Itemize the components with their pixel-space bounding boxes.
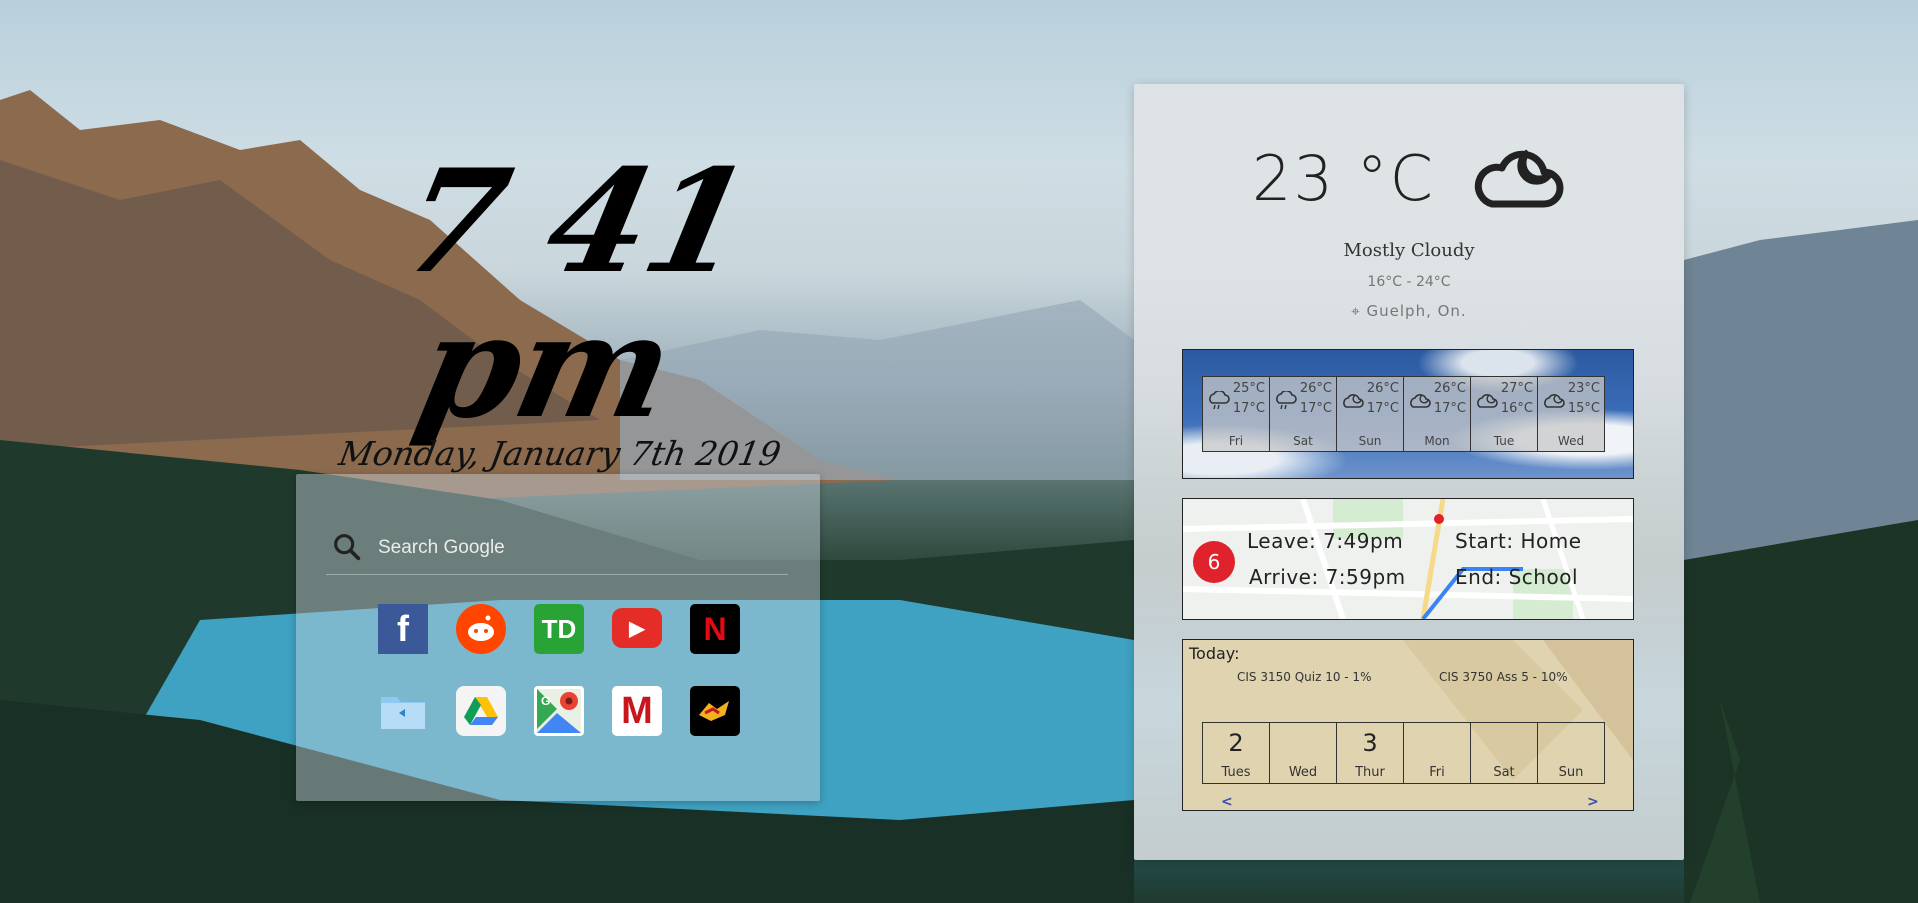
calendar-day-name: Tues: [1221, 765, 1251, 780]
forecast-high: 26°C: [1366, 381, 1399, 396]
calendar-day-count: 2: [1228, 729, 1244, 757]
calendar-day[interactable]: Sun: [1537, 722, 1605, 784]
td-label: TD: [541, 613, 577, 644]
calendar-day-count: 3: [1362, 729, 1378, 757]
reddit-shortcut-icon[interactable]: [456, 604, 506, 654]
info-panel: 23 °C Mostly Cloudy 16°C - 24°C ⌖ Guelph…: [1134, 84, 1684, 860]
partly-cloudy-icon: [1343, 394, 1364, 408]
clock-time: 7 41 pm: [388, 139, 763, 450]
commute-leave-time: Leave: 7:49pm: [1247, 529, 1404, 553]
forecast-low: 17°C: [1366, 401, 1399, 416]
calendar-day-name: Thur: [1355, 765, 1385, 780]
search-icon[interactable]: [330, 530, 364, 564]
forecast-low: 17°C: [1299, 401, 1332, 416]
td-bank-shortcut-icon[interactable]: TD: [534, 604, 584, 654]
rain-cloud-icon: [1276, 391, 1297, 410]
forecast-day: 26°C 17°C Mon: [1403, 376, 1471, 452]
forecast-day-name: Sun: [1358, 434, 1382, 448]
calendar-next-button[interactable]: >: [1587, 794, 1599, 810]
search-panel: f TD ▶ N G M: [296, 474, 820, 801]
google-maps-shortcut-icon[interactable]: G: [534, 686, 584, 736]
current-temperature: 23 °C: [1252, 141, 1435, 215]
calendar-day[interactable]: Wed: [1269, 722, 1337, 784]
youtube-label: ▶: [629, 617, 645, 640]
forecast-day: 26°C 17°C Sat: [1269, 376, 1337, 452]
location-text: Guelph, On.: [1366, 302, 1467, 320]
gmail-shortcut-icon[interactable]: M: [612, 686, 662, 736]
partly-cloudy-icon: [1477, 394, 1498, 408]
forecast-strip: 25°C 17°C Fri 26°C 17°C Sat 26°C 17°C Su…: [1202, 376, 1605, 452]
partly-cloudy-night-icon: [1474, 149, 1564, 208]
svg-text:G: G: [541, 694, 550, 708]
calendar-prev-button[interactable]: <: [1221, 794, 1233, 810]
forecast-high: 27°C: [1500, 381, 1533, 396]
calendar-day[interactable]: 2 Tues: [1202, 722, 1270, 784]
forecast-day: 23°C 15°C Wed: [1537, 376, 1605, 452]
gmail-label: M: [621, 689, 653, 732]
commute-end: End: School: [1455, 565, 1578, 589]
forecast-low: 17°C: [1433, 401, 1466, 416]
calendar-week: 2 Tues Wed 3 Thur Fri Sat Sun: [1202, 722, 1605, 784]
clock-widget: 7 41 pm Monday, January 7th 2019: [290, 139, 830, 473]
search-input[interactable]: [376, 530, 780, 566]
forecast-day-name: Wed: [1557, 434, 1585, 448]
calendar-day[interactable]: Fri: [1403, 722, 1471, 784]
forecast-high: 25°C: [1232, 381, 1265, 396]
forecast-day-name: Sat: [1293, 434, 1313, 448]
calendar-day-name: Sat: [1493, 765, 1515, 780]
guelph-gryphons-shortcut-icon[interactable]: [690, 686, 740, 736]
files-shortcut-icon[interactable]: [378, 686, 428, 736]
weather-condition: Mostly Cloudy: [1343, 240, 1475, 261]
forecast-widget: 25°C 17°C Fri 26°C 17°C Sat 26°C 17°C Su…: [1182, 349, 1634, 479]
commute-minutes-badge: 6: [1193, 541, 1235, 583]
netflix-label: N: [703, 610, 727, 647]
forecast-day-name: Fri: [1228, 434, 1244, 448]
rain-cloud-icon: [1209, 391, 1230, 410]
map-background: [1183, 499, 1633, 619]
partly-cloudy-icon: [1544, 394, 1565, 408]
partly-cloudy-icon: [1410, 394, 1431, 408]
forecast-high: 26°C: [1433, 381, 1466, 396]
search-bar: [326, 524, 788, 575]
calendar-event[interactable]: CIS 3750 Ass 5 - 10%: [1439, 670, 1568, 684]
forecast-day-name: Tue: [1493, 434, 1515, 448]
temperature-range: 16°C - 24°C: [1367, 274, 1451, 290]
commute-widget[interactable]: 6 Leave: 7:49pm Arrive: 7:59pm Start: Ho…: [1182, 498, 1634, 620]
clock-date: Monday, January 7th 2019: [336, 434, 784, 473]
forecast-low: 17°C: [1232, 401, 1265, 416]
calendar-day-name: Fri: [1429, 765, 1445, 780]
netflix-shortcut-icon[interactable]: N: [690, 604, 740, 654]
calendar-day-name: Wed: [1288, 765, 1318, 780]
facebook-label: f: [397, 608, 409, 649]
calendar-day-name: Sun: [1558, 765, 1584, 780]
location-pin-icon: ⌖: [1351, 302, 1367, 320]
forecast-day: 27°C 16°C Tue: [1470, 376, 1538, 452]
weather-location: ⌖ Guelph, On.: [1134, 302, 1684, 320]
forecast-high: 26°C: [1299, 381, 1332, 396]
youtube-shortcut-icon[interactable]: ▶: [612, 608, 662, 648]
calendar-widget: Today: CIS 3150 Quiz 10 - 1% CIS 3750 As…: [1182, 639, 1634, 811]
calendar-title: Today:: [1189, 644, 1240, 663]
calendar-event[interactable]: CIS 3150 Quiz 10 - 1%: [1237, 670, 1371, 684]
forecast-day: 25°C 17°C Fri: [1202, 376, 1270, 452]
forecast-day: 26°C 17°C Sun: [1336, 376, 1404, 452]
google-drive-shortcut-icon[interactable]: [456, 686, 506, 736]
current-weather: 23 °C: [1134, 138, 1684, 218]
forecast-low: 16°C: [1500, 401, 1533, 416]
commute-arrive-time: Arrive: 7:59pm: [1249, 565, 1406, 589]
forecast-low: 15°C: [1567, 401, 1600, 416]
commute-start: Start: Home: [1455, 529, 1582, 553]
calendar-day[interactable]: 3 Thur: [1336, 722, 1404, 784]
forecast-high: 23°C: [1567, 381, 1600, 396]
forecast-day-name: Mon: [1424, 434, 1450, 448]
calendar-day[interactable]: Sat: [1470, 722, 1538, 784]
facebook-shortcut-icon[interactable]: f: [378, 604, 428, 654]
